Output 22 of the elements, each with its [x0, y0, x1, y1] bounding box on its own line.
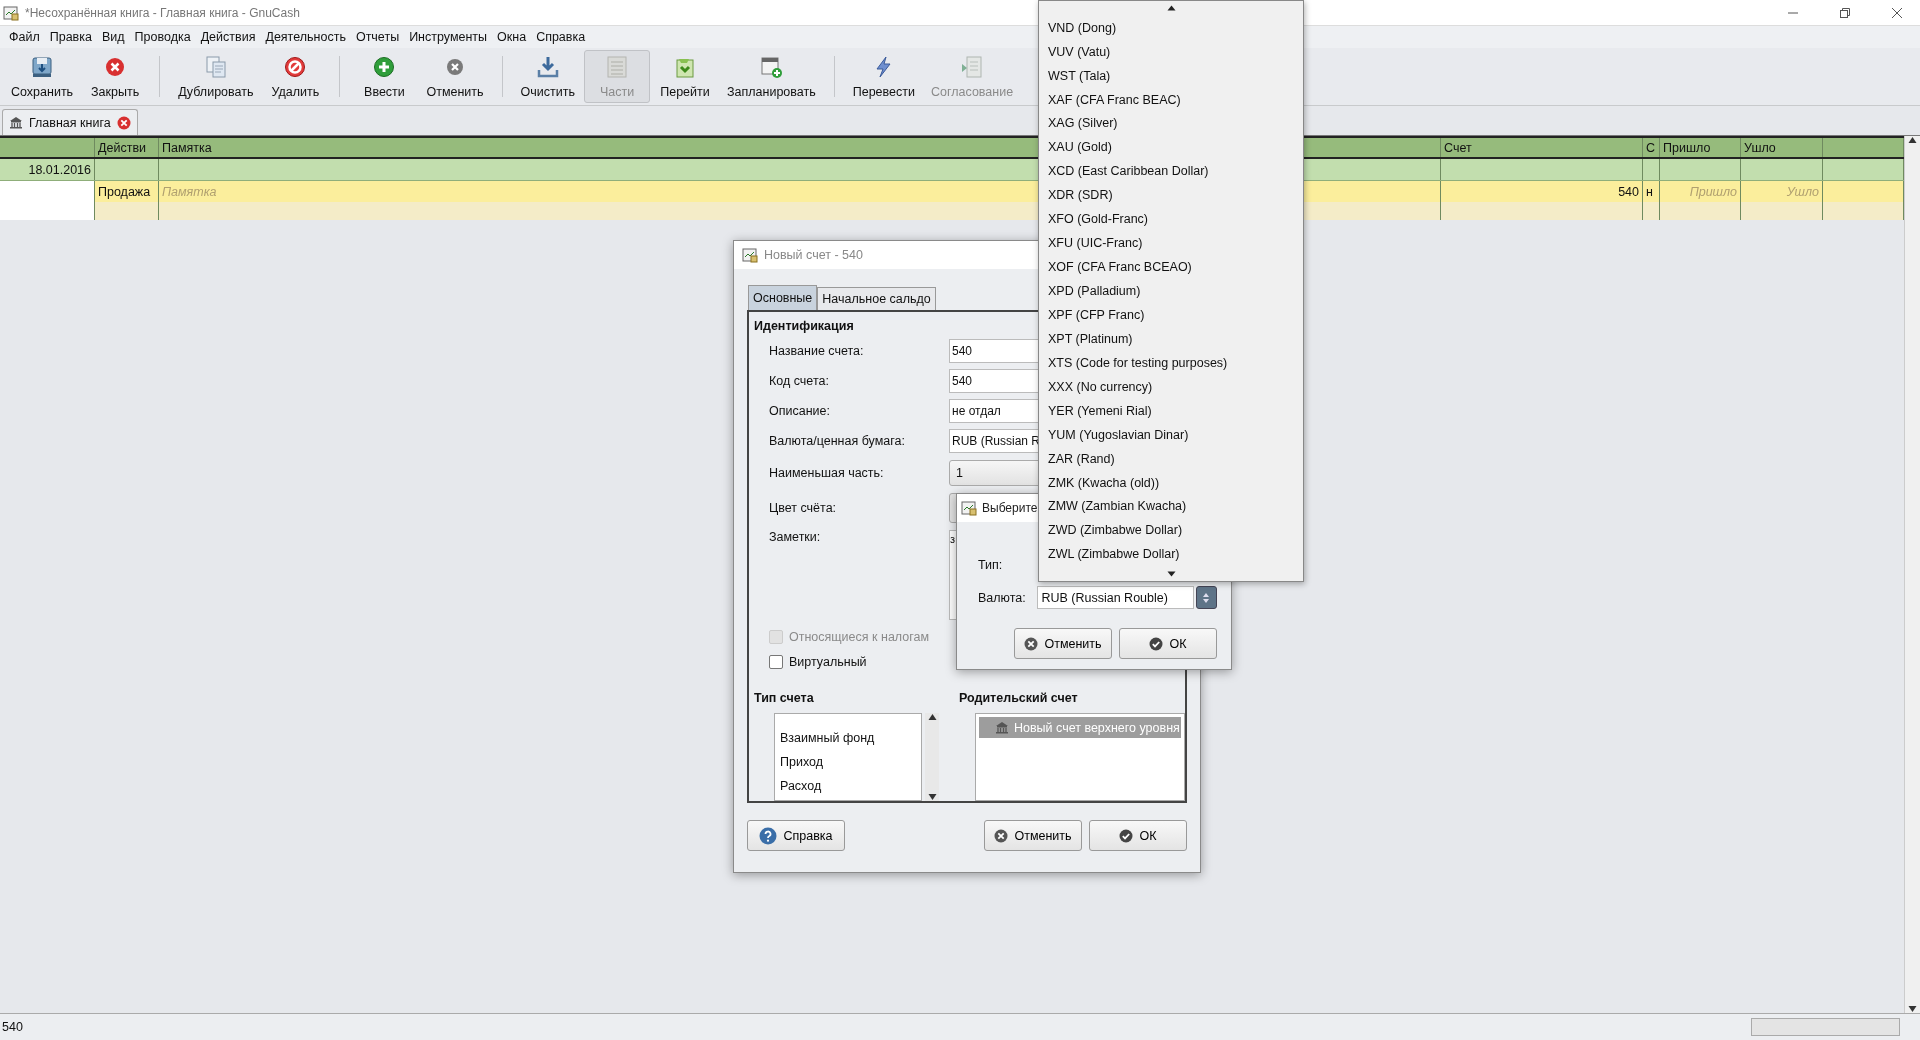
section-heading: Тип счета [754, 690, 815, 707]
field-label: Тип: [978, 557, 1004, 572]
field-label: Цвет счёта: [768, 500, 838, 515]
field-label: Наименьшая часть: [768, 465, 885, 480]
field-label: Валюта/ценная бумага: [768, 434, 906, 448]
checkbox-label: Виртуальный [789, 654, 867, 669]
field-label: Валюта: [978, 590, 1027, 605]
column-header: С [1643, 138, 1660, 157]
dialog-title: Новый счет - 540 [764, 248, 863, 262]
status-text: 540 [2, 1020, 24, 1034]
checkbox-label: Относящиеся к налогам [789, 629, 930, 644]
dialog-title: Выберите [982, 501, 1038, 515]
field-label: Описание: [768, 404, 831, 418]
field-label: Код счета: [768, 374, 830, 388]
field-label: Название счета: [768, 344, 865, 358]
field-label: Заметки: [768, 530, 822, 544]
column-header: Пришло [1660, 138, 1741, 157]
section-heading: Родительский счет [959, 690, 1079, 707]
column-header: Ушло [1741, 138, 1823, 157]
column-header: Счет [1441, 138, 1643, 157]
column-header: Действи [95, 138, 159, 157]
window-title: *Несохранённая книга - Главная книга - GnuCash [25, 5, 300, 20]
